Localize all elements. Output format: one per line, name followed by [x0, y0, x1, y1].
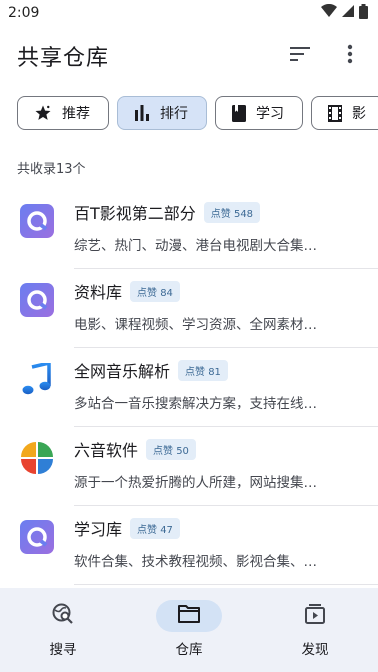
nav-discover[interactable]: 发现 — [260, 600, 370, 672]
list-item[interactable]: 全网音乐解析 点赞 81 多站合一音乐搜索解决方案，支持在线… — [0, 348, 378, 427]
nav-icon-container — [282, 600, 348, 632]
repo-logo-icon — [20, 283, 54, 317]
repository-list: 百T影视第二部分 点赞 548 综艺、热门、动漫、港台电视剧大合集… 资料库 点… — [0, 190, 378, 585]
more-options-button[interactable] — [336, 42, 364, 70]
nav-label: 发现 — [301, 642, 329, 658]
item-title: 六音软件 — [74, 441, 139, 460]
battery-icon — [359, 3, 368, 23]
like-badge: 点赞 50 — [146, 438, 196, 460]
item-title: 百T影视第二部分 — [74, 204, 196, 223]
chip-recommend[interactable]: 推荐 — [17, 96, 109, 130]
item-description: 源于一个热爱折腾的人所建，网站搜集… — [74, 475, 317, 491]
status-icons — [321, 3, 368, 23]
item-title: 资料库 — [74, 283, 123, 302]
like-badge: 点赞 47 — [130, 517, 180, 539]
nav-icon-container — [156, 600, 222, 632]
list-item[interactable]: 百T影视第二部分 点赞 548 综艺、热门、动漫、港台电视剧大合集… — [0, 190, 378, 269]
sort-icon — [290, 46, 310, 66]
nav-search[interactable]: 搜寻 — [8, 600, 118, 672]
chip-label: 学习 — [256, 106, 284, 122]
bottom-navigation: 搜寻 仓库 发现 — [0, 588, 378, 672]
signal-icon — [341, 4, 355, 22]
nav-icon-container — [30, 600, 96, 632]
category-chips: 推荐 排行 学习 影 — [0, 96, 378, 130]
nav-label: 搜寻 — [49, 642, 77, 658]
item-description: 软件合集、技术教程视频、影视合集、… — [74, 554, 317, 570]
list-item[interactable]: 学习库 点赞 47 软件合集、技术教程视频、影视合集、… — [0, 506, 378, 585]
repo-logo-icon — [20, 204, 54, 238]
video-library-icon — [303, 602, 327, 630]
page-title: 共享仓库 — [17, 46, 110, 71]
folder-icon — [177, 604, 201, 628]
chip-film[interactable]: 影 — [311, 96, 378, 130]
like-badge: 点赞 548 — [203, 201, 261, 223]
app-bar: 共享仓库 — [0, 26, 378, 86]
item-description: 多站合一音乐搜索解决方案，支持在线… — [74, 396, 317, 412]
wifi-icon — [321, 3, 337, 22]
nav-repository[interactable]: 仓库 — [134, 600, 244, 672]
star-icon — [34, 104, 52, 122]
status-bar: 2:09 — [0, 0, 378, 26]
sort-button[interactable] — [286, 42, 314, 70]
item-description: 综艺、热门、动漫、港台电视剧大合集… — [74, 238, 317, 254]
chip-ranking[interactable]: 排行 — [117, 96, 207, 130]
status-time: 2:09 — [8, 5, 40, 21]
like-badge: 点赞 84 — [130, 280, 180, 302]
bar-chart-icon — [134, 105, 150, 121]
chip-study[interactable]: 学习 — [215, 96, 303, 130]
more-vert-icon — [347, 44, 353, 68]
chip-label: 影 — [352, 106, 366, 122]
four-petal-logo-icon — [20, 441, 54, 475]
search-globe-icon — [51, 602, 75, 630]
list-item[interactable]: 六音软件 点赞 50 源于一个热爱折腾的人所建，网站搜集… — [0, 427, 378, 506]
film-icon — [328, 104, 342, 122]
chip-label: 排行 — [160, 106, 188, 122]
app-actions — [286, 42, 364, 70]
collection-count: 共收录13个 — [17, 162, 86, 177]
repo-logo-icon — [20, 520, 54, 554]
like-badge: 点赞 81 — [178, 359, 228, 381]
book-icon — [232, 104, 246, 122]
item-title: 全网音乐解析 — [74, 362, 171, 381]
music-note-icon — [20, 362, 54, 396]
chip-label: 推荐 — [62, 106, 90, 122]
list-item[interactable]: 资料库 点赞 84 电影、课程视频、学习资源、全网素材… — [0, 269, 378, 348]
item-description: 电影、课程视频、学习资源、全网素材… — [74, 317, 317, 333]
nav-label: 仓库 — [175, 642, 203, 658]
item-title: 学习库 — [74, 520, 123, 539]
